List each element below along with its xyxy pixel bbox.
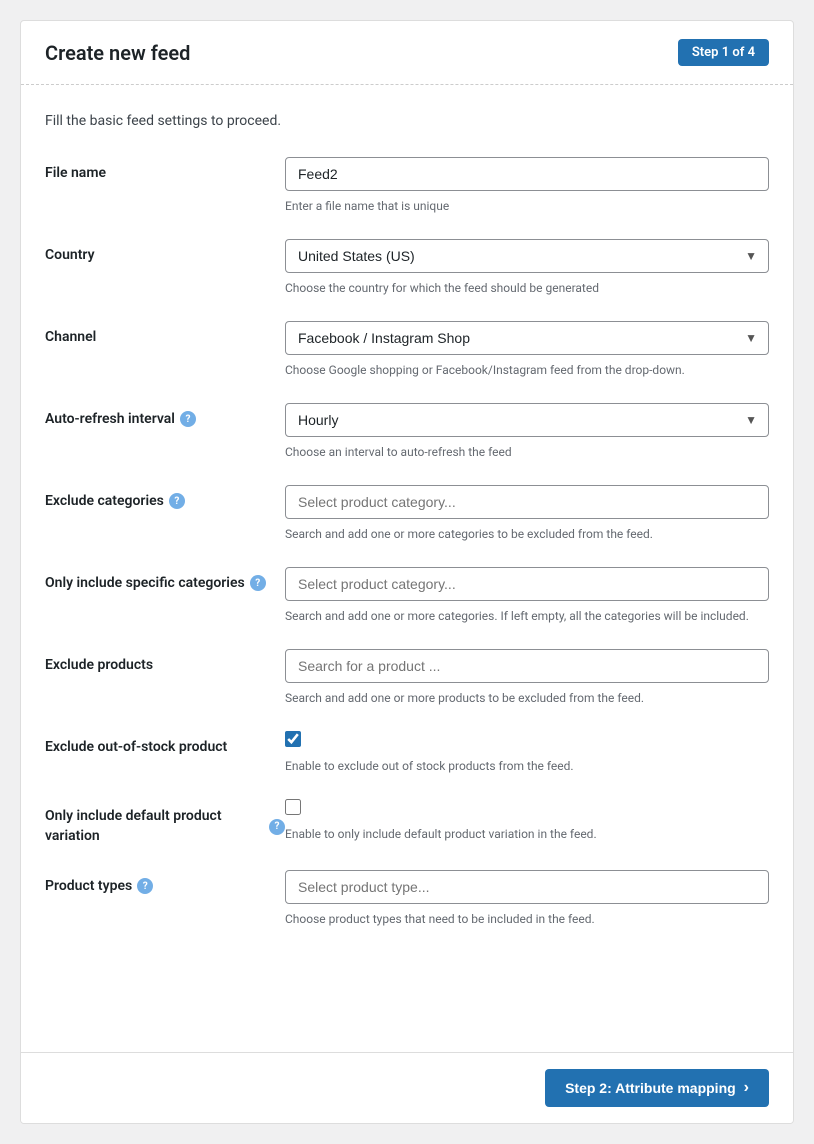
auto-refresh-select[interactable]: Hourly Daily Weekly: [285, 403, 769, 437]
page-title: Create new feed: [45, 41, 190, 65]
auto-refresh-select-wrapper: Hourly Daily Weekly ▼: [285, 403, 769, 437]
channel-label: Channel: [45, 321, 285, 345]
next-step-button[interactable]: Step 2: Attribute mapping ›: [545, 1069, 769, 1107]
auto-refresh-hint: Choose an interval to auto-refresh the f…: [285, 443, 769, 461]
exclude-products-field: Search and add one or more products to b…: [285, 649, 769, 707]
include-categories-field: Search and add one or more categories. I…: [285, 567, 769, 625]
exclude-categories-help-icon[interactable]: ?: [169, 493, 185, 509]
exclude-oos-row: Exclude out-of-stock product Enable to e…: [45, 731, 769, 775]
include-categories-help-icon[interactable]: ?: [250, 575, 266, 591]
default-variation-label: Only include default product variation ?: [45, 799, 285, 846]
country-select[interactable]: United States (US): [285, 239, 769, 273]
product-types-field: Choose product types that need to be inc…: [285, 870, 769, 928]
exclude-oos-field: Enable to exclude out of stock products …: [285, 731, 769, 775]
file-name-input[interactable]: [285, 157, 769, 191]
exclude-oos-hint: Enable to exclude out of stock products …: [285, 757, 769, 775]
file-name-field: Enter a file name that is unique: [285, 157, 769, 215]
exclude-categories-hint: Search and add one or more categories to…: [285, 525, 769, 543]
exclude-oos-checkbox-wrapper: [285, 731, 769, 747]
channel-select-wrapper: Facebook / Instagram Shop Google Shoppin…: [285, 321, 769, 355]
channel-hint: Choose Google shopping or Facebook/Insta…: [285, 361, 769, 379]
page-wrapper: Create new feed Step 1 of 4 Fill the bas…: [20, 20, 794, 1124]
exclude-categories-field: Search and add one or more categories to…: [285, 485, 769, 543]
page-content: Fill the basic feed settings to proceed.…: [21, 85, 793, 1052]
exclude-products-input[interactable]: [285, 649, 769, 683]
file-name-hint: Enter a file name that is unique: [285, 197, 769, 215]
include-categories-hint: Search and add one or more categories. I…: [285, 607, 769, 625]
default-variation-row: Only include default product variation ?…: [45, 799, 769, 846]
exclude-oos-label: Exclude out-of-stock product: [45, 731, 285, 755]
product-types-input[interactable]: [285, 870, 769, 904]
step-badge: Step 1 of 4: [678, 39, 769, 66]
default-variation-hint: Enable to only include default product v…: [285, 825, 769, 843]
next-step-arrow-icon: ›: [744, 1079, 749, 1097]
default-variation-checkbox-wrapper: [285, 799, 769, 815]
country-label: Country: [45, 239, 285, 263]
exclude-products-hint: Search and add one or more products to b…: [285, 689, 769, 707]
channel-select[interactable]: Facebook / Instagram Shop Google Shoppin…: [285, 321, 769, 355]
product-types-row: Product types ? Choose product types tha…: [45, 870, 769, 928]
country-hint: Choose the country for which the feed sh…: [285, 279, 769, 297]
page-footer: Step 2: Attribute mapping ›: [21, 1052, 793, 1123]
product-types-help-icon[interactable]: ?: [137, 878, 153, 894]
country-select-wrapper: United States (US) ▼: [285, 239, 769, 273]
exclude-products-row: Exclude products Search and add one or m…: [45, 649, 769, 707]
form-subtitle: Fill the basic feed settings to proceed.: [45, 113, 769, 129]
auto-refresh-field: Hourly Daily Weekly ▼ Choose an interval…: [285, 403, 769, 461]
exclude-categories-row: Exclude categories ? Search and add one …: [45, 485, 769, 543]
include-categories-label: Only include specific categories ?: [45, 567, 285, 591]
page-header: Create new feed Step 1 of 4: [21, 21, 793, 85]
include-categories-input[interactable]: [285, 567, 769, 601]
default-variation-field: Enable to only include default product v…: [285, 799, 769, 843]
exclude-products-label: Exclude products: [45, 649, 285, 673]
file-name-label: File name: [45, 157, 285, 181]
product-types-label: Product types ?: [45, 870, 285, 894]
auto-refresh-label: Auto-refresh interval ?: [45, 403, 285, 427]
channel-field: Facebook / Instagram Shop Google Shoppin…: [285, 321, 769, 379]
exclude-categories-input[interactable]: [285, 485, 769, 519]
country-row: Country United States (US) ▼ Choose the …: [45, 239, 769, 297]
default-variation-checkbox[interactable]: [285, 799, 301, 815]
exclude-oos-checkbox[interactable]: [285, 731, 301, 747]
country-field: United States (US) ▼ Choose the country …: [285, 239, 769, 297]
product-types-hint: Choose product types that need to be inc…: [285, 910, 769, 928]
exclude-categories-label: Exclude categories ?: [45, 485, 285, 509]
auto-refresh-help-icon[interactable]: ?: [180, 411, 196, 427]
default-variation-help-icon[interactable]: ?: [269, 819, 285, 835]
include-categories-row: Only include specific categories ? Searc…: [45, 567, 769, 625]
channel-row: Channel Facebook / Instagram Shop Google…: [45, 321, 769, 379]
file-name-row: File name Enter a file name that is uniq…: [45, 157, 769, 215]
next-step-label: Step 2: Attribute mapping: [565, 1080, 736, 1096]
auto-refresh-row: Auto-refresh interval ? Hourly Daily Wee…: [45, 403, 769, 461]
